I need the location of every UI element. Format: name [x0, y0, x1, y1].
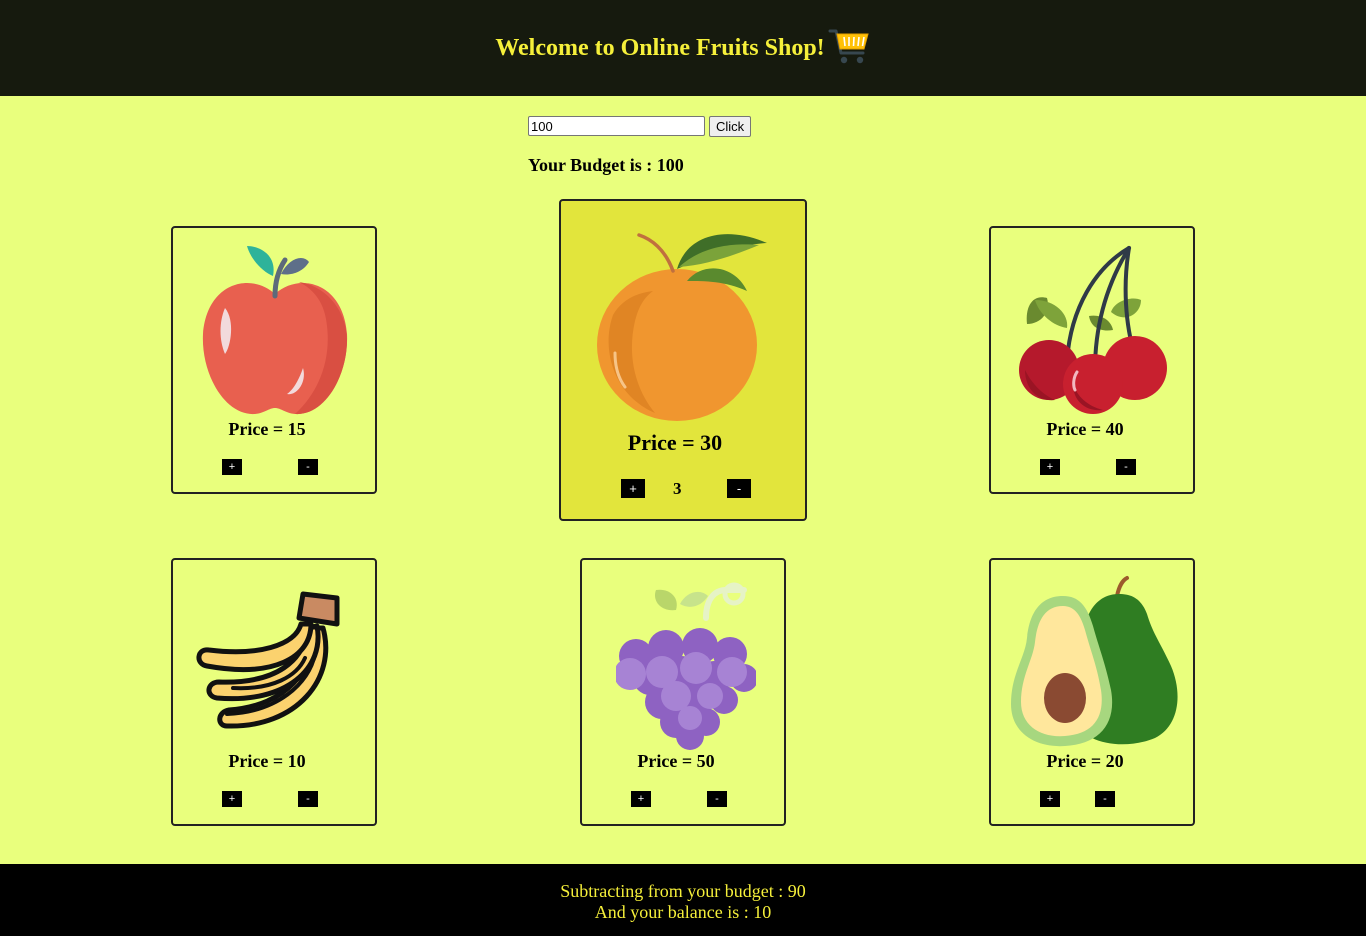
add-banana-button[interactable]: +: [222, 791, 242, 807]
shopping-cart-icon: [828, 29, 869, 64]
orange-icon: [597, 233, 767, 421]
remove-orange-button[interactable]: -: [727, 479, 751, 498]
price-label: Price = 10: [228, 751, 306, 771]
remove-grapes-button[interactable]: -: [707, 791, 727, 807]
product-card-avocado: Price = 20 + -: [989, 558, 1195, 826]
avocado-icon: [1011, 576, 1178, 747]
budget-input[interactable]: [528, 116, 705, 136]
add-cherry-button[interactable]: +: [1040, 459, 1060, 475]
footer: Subtracting from your budget : 90 And yo…: [0, 864, 1366, 936]
page-title: Welcome to Online Fruits Shop!: [495, 29, 870, 67]
remove-banana-button[interactable]: -: [298, 791, 318, 807]
budget-form: Click: [528, 116, 752, 137]
product-card-grapes: Price = 50 + -: [580, 558, 786, 826]
remove-avocado-button[interactable]: -: [1095, 791, 1115, 807]
product-card-orange: Price = 30 + 3 -: [559, 199, 807, 521]
submit-budget-button[interactable]: Click: [709, 116, 752, 137]
product-card-apple: Price = 15 + -: [171, 226, 377, 494]
apple-icon: [202, 246, 348, 415]
remove-cherry-button[interactable]: -: [1116, 459, 1136, 475]
price-label: Price = 20: [1046, 751, 1124, 771]
price-label: Price = 15: [228, 419, 306, 439]
add-grapes-button[interactable]: +: [631, 791, 651, 807]
add-orange-button[interactable]: +: [621, 479, 645, 498]
add-apple-button[interactable]: +: [222, 459, 242, 475]
banana-icon: [196, 591, 340, 729]
remove-apple-button[interactable]: -: [298, 459, 318, 475]
cherry-icon: [1019, 246, 1167, 414]
header: Welcome to Online Fruits Shop!: [0, 0, 1366, 96]
add-avocado-button[interactable]: +: [1040, 791, 1060, 807]
orange-quantity: 3: [673, 479, 682, 498]
grapes-icon: [616, 582, 756, 750]
page-title-text: Welcome to Online Fruits Shop!: [495, 34, 825, 61]
price-label: Price = 50: [637, 751, 715, 771]
subtracted-amount-text: Subtracting from your budget : 90: [560, 881, 806, 901]
product-card-banana: Price = 10 + -: [171, 558, 377, 826]
product-card-cherry: Price = 40 + -: [989, 226, 1195, 494]
price-label: Price = 40: [1046, 419, 1124, 439]
balance-text: And your balance is : 10: [594, 902, 772, 922]
budget-display: Your Budget is : 100: [528, 155, 684, 175]
price-label: Price = 30: [627, 430, 723, 455]
